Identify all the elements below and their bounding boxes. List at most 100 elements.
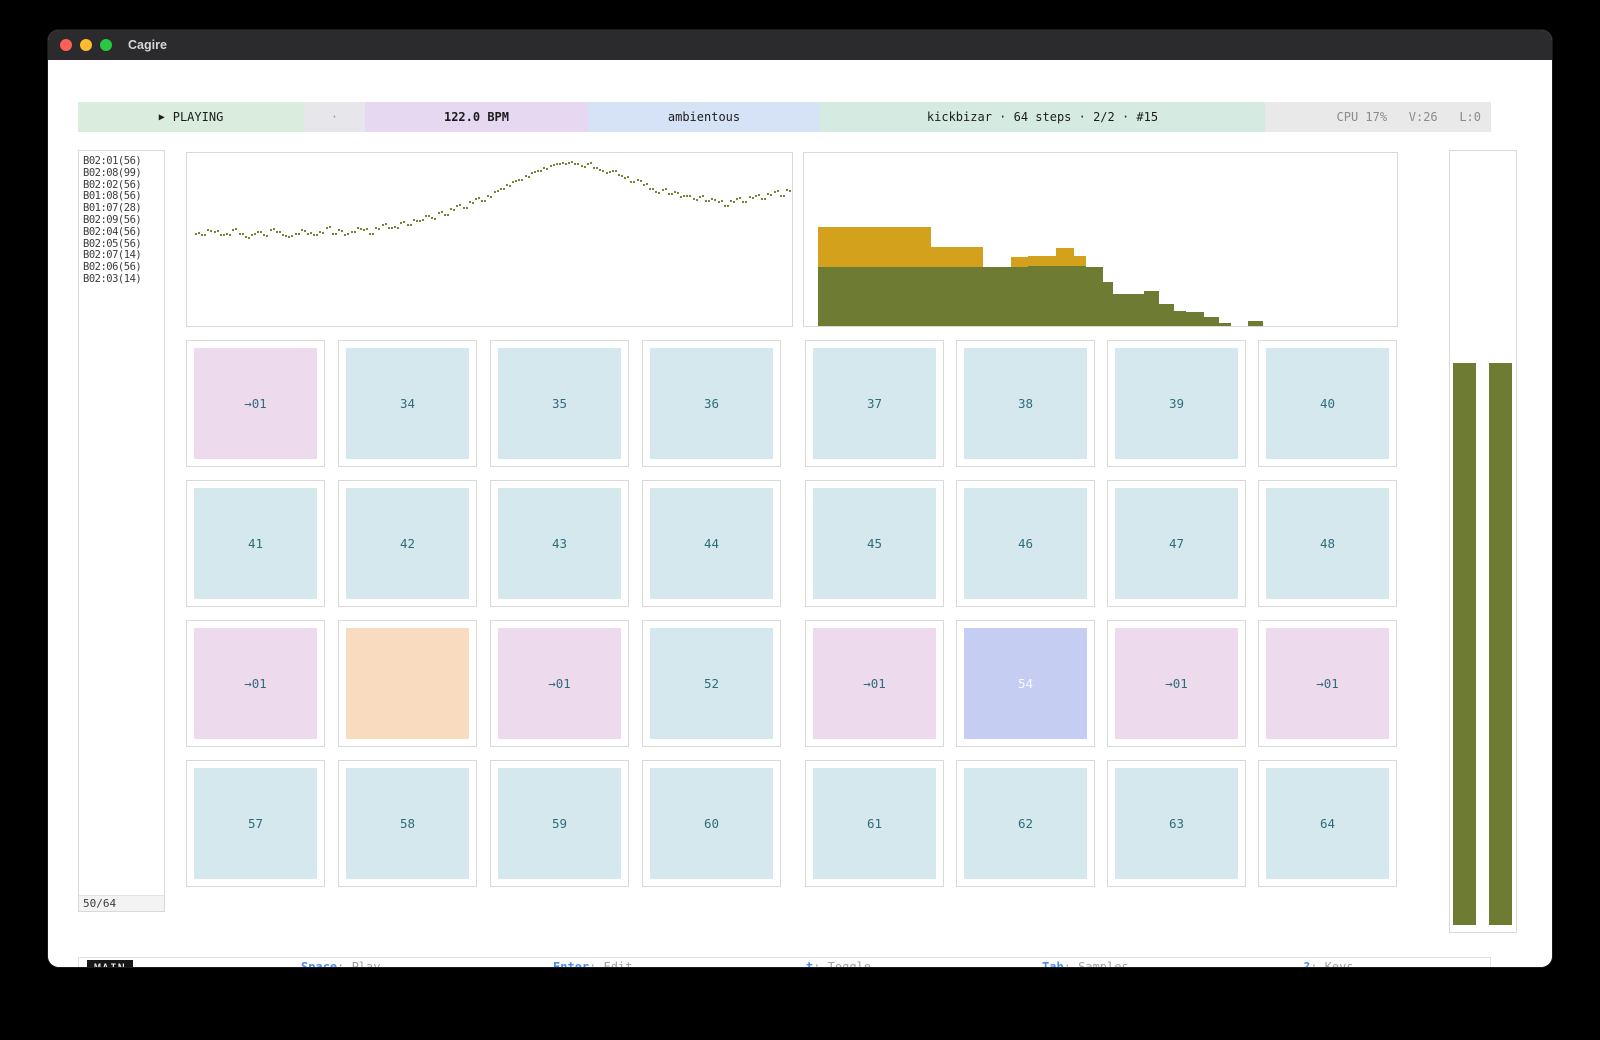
pattern-indicator[interactable]: kickbizar · 64 steps · 2/2 · #15 — [820, 102, 1265, 132]
waveform-dot — [428, 215, 430, 217]
grid-cell[interactable]: 35 — [490, 340, 629, 467]
grid-cell[interactable]: 46 — [956, 480, 1095, 607]
waveform-dot — [602, 170, 604, 172]
desktop-background: Cagire ▶PLAYING · 122.0 BPM ambientous k… — [0, 0, 1600, 1040]
grid-cell-label: 36 — [704, 396, 719, 411]
waveform-dot — [329, 226, 331, 228]
grid-cell[interactable]: 41 — [186, 480, 325, 607]
waveform-dot — [521, 179, 523, 181]
waveform-dot — [444, 214, 446, 216]
waveform-dot — [528, 176, 530, 178]
waveform-dot — [553, 164, 555, 166]
grid-cell-fill: 57 — [194, 768, 317, 879]
grid-cell[interactable]: 42 — [338, 480, 477, 607]
shortcut-keys: ?: Keys — [1303, 960, 1354, 967]
waveform-dot — [288, 236, 290, 238]
waveform-dot — [385, 223, 387, 225]
waveform-dot — [758, 194, 760, 196]
grid-cell[interactable]: →01 — [186, 340, 325, 467]
grid-cell[interactable]: 57 — [186, 760, 325, 887]
grid-cell-fill: 59 — [498, 768, 621, 879]
sample-list-item[interactable]: B02:04(56) — [79, 227, 164, 239]
waveform-dot — [472, 202, 474, 204]
waveform-dot — [232, 229, 234, 231]
grid-cell-label: 45 — [867, 536, 882, 551]
grid-cell-fill: 52 — [650, 628, 773, 739]
shortcut-description: : Edit — [589, 960, 632, 967]
waveform-dot — [354, 231, 356, 233]
waveform-dot — [562, 162, 564, 164]
titlebar[interactable]: Cagire — [48, 30, 1552, 60]
histogram-bar-reserve — [953, 247, 983, 267]
waveform-dot — [419, 220, 421, 222]
grid-cell[interactable]: 54 — [956, 620, 1095, 747]
grid-cell[interactable]: 44 — [642, 480, 781, 607]
grid-cell[interactable]: 52 — [642, 620, 781, 747]
sample-list-item[interactable]: B02:03(14) — [79, 274, 164, 286]
waveform-dot — [590, 162, 592, 164]
grid-cell[interactable]: 60 — [642, 760, 781, 887]
waveform-dot — [789, 190, 791, 192]
maximize-window-button[interactable] — [100, 39, 112, 51]
waveform-dot — [220, 234, 222, 236]
grid-cell-fill: 46 — [964, 488, 1087, 599]
waveform-dot — [295, 233, 297, 235]
grid-cell[interactable]: 58 — [338, 760, 477, 887]
grid-cell[interactable]: 48 — [1258, 480, 1397, 607]
sample-list-item[interactable]: B02:08(99) — [79, 168, 164, 180]
waveform-dot — [668, 193, 670, 195]
grid-cell[interactable]: 63 — [1107, 760, 1246, 887]
grid-cell[interactable]: 39 — [1107, 340, 1246, 467]
waveform-dot — [447, 214, 449, 216]
waveform-dot — [313, 234, 315, 236]
close-window-button[interactable] — [60, 39, 72, 51]
grid-cell[interactable]: →01 — [805, 620, 944, 747]
waveform-dot — [609, 171, 611, 173]
grid-cell[interactable]: 59 — [490, 760, 629, 887]
grid-cell[interactable]: 43 — [490, 480, 629, 607]
shortcut-key: Tab — [1042, 960, 1064, 967]
waveform-dot — [637, 179, 639, 181]
grid-cell[interactable]: 62 — [956, 760, 1095, 887]
grid-cell[interactable]: →01 — [186, 620, 325, 747]
grid-cell[interactable]: 34 — [338, 340, 477, 467]
waveform-dot — [509, 185, 511, 187]
project-indicator[interactable]: ambientous — [588, 102, 820, 132]
waveform-dot — [459, 204, 461, 206]
grid-cell-label: 59 — [552, 816, 567, 831]
waveform-dot — [431, 217, 433, 219]
waveform-dot — [515, 180, 517, 182]
transport-status-label: PLAYING — [173, 110, 224, 124]
grid-cell[interactable]: 37 — [805, 340, 944, 467]
waveform-dot — [503, 188, 505, 190]
sample-list-item[interactable]: B02:09(56) — [79, 215, 164, 227]
grid-cell[interactable]: →01 — [1258, 620, 1397, 747]
grid-cell[interactable]: 64 — [1258, 760, 1397, 887]
grid-cell[interactable]: 38 — [956, 340, 1095, 467]
waveform-dot — [770, 194, 772, 196]
waveform-dot — [363, 229, 365, 231]
waveform-dot — [739, 197, 741, 199]
waveform-dot — [223, 234, 225, 236]
grid-cell[interactable]: 40 — [1258, 340, 1397, 467]
grid-cell[interactable]: →01 — [490, 620, 629, 747]
grid-cell[interactable] — [338, 620, 477, 747]
grid-cell[interactable]: 45 — [805, 480, 944, 607]
transport-status[interactable]: ▶PLAYING — [78, 102, 304, 132]
grid-cell[interactable]: 61 — [805, 760, 944, 887]
waveform-dot — [276, 231, 278, 233]
bpm-indicator[interactable]: 122.0 BPM — [365, 102, 588, 132]
waveform-dot — [335, 233, 337, 235]
shortcut-description: : Toggle — [813, 960, 871, 967]
grid-cell-fill: 58 — [346, 768, 469, 879]
grid-cell[interactable]: 36 — [642, 340, 781, 467]
waveform-dot — [571, 161, 573, 163]
waveform-dot — [366, 228, 368, 230]
waveform-dot — [512, 181, 514, 183]
waveform-dot — [786, 189, 788, 191]
waveform-dot — [652, 188, 654, 190]
minimize-window-button[interactable] — [80, 39, 92, 51]
grid-cell[interactable]: 47 — [1107, 480, 1246, 607]
histogram-bar-used — [1056, 266, 1074, 326]
grid-cell[interactable]: →01 — [1107, 620, 1246, 747]
